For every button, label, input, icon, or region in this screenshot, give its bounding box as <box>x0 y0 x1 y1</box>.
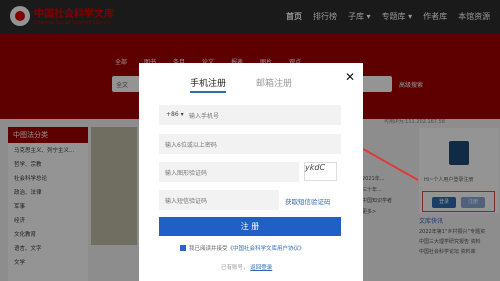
password-field[interactable]: 输入6位或以上密码 <box>159 134 341 154</box>
close-icon[interactable]: ✕ <box>345 70 355 84</box>
captcha-image[interactable]: ykdC <box>304 162 337 181</box>
back-to-login-link[interactable]: 返回登录 <box>250 265 272 271</box>
sms-field[interactable]: 输入短信验证码 <box>159 190 279 210</box>
login-prompt: 已有账号， 返回登录 <box>221 263 272 271</box>
sms-input[interactable]: 输入短信验证码 <box>165 196 207 205</box>
tab-email-register[interactable]: 邮箱注册 <box>256 76 292 93</box>
captcha-field[interactable]: 输入图形验证码 <box>159 162 299 182</box>
phone-field[interactable]: +86 ▾ 输入手机号 <box>159 105 341 125</box>
agreement-checkbox[interactable] <box>180 245 186 251</box>
agreement-link[interactable]: 《中国社会科学文库用户协议》 <box>228 244 305 252</box>
agreement-row: 我已阅读并接受 《中国社会科学文库用户协议》 <box>180 244 305 252</box>
registration-tabs: 手机注册 邮箱注册 <box>190 76 322 93</box>
captcha-input[interactable]: 输入图形验证码 <box>165 168 207 177</box>
login-prompt-text: 已有账号， <box>221 265 249 271</box>
tab-phone-register[interactable]: 手机注册 <box>190 76 227 93</box>
phone-input[interactable]: 输入手机号 <box>189 111 219 120</box>
register-submit-button[interactable]: 注 册 <box>159 217 341 236</box>
country-code-select[interactable]: +86 ▾ <box>166 111 184 118</box>
agreement-text: 我已阅读并接受 <box>189 246 228 252</box>
password-input[interactable]: 输入6位或以上密码 <box>165 140 217 149</box>
get-sms-code-link[interactable]: 获取短信验证码 <box>285 196 331 206</box>
